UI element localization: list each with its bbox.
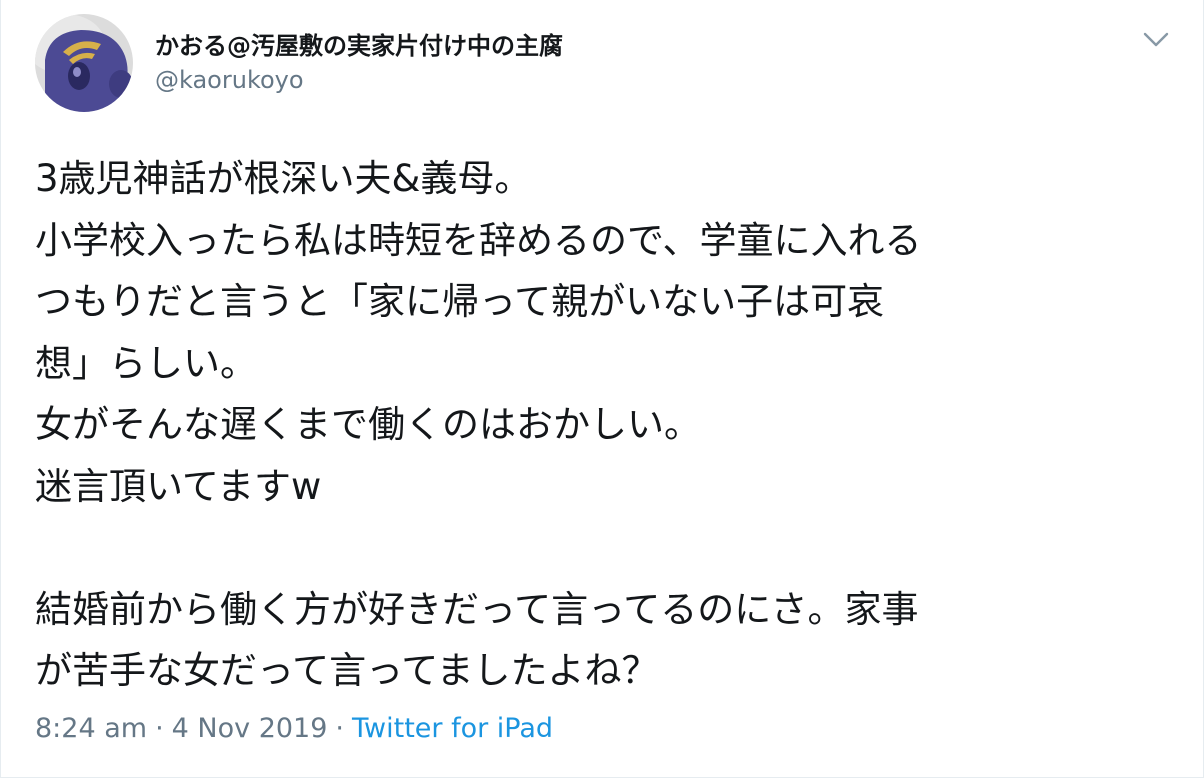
- tweet-line: 小学校入ったら私は時短を辞めるので、学童に入れる: [35, 218, 922, 262]
- tweet-line: つもりだと言うと「家に帰って親がいない子は可哀: [35, 280, 885, 323]
- chevron-down-icon: [1143, 32, 1169, 47]
- tweet-line: 想」らしい。: [35, 341, 257, 385]
- tweet-line: 女がそんな遅くまで働くのはおかしい。: [35, 403, 701, 446]
- tweet-line: 迷言頂いてますw: [35, 464, 322, 508]
- tweet-metadata: 8:24 am · 4 Nov 2019 · Twitter for iPad: [35, 713, 553, 744]
- tweet-time[interactable]: 8:24 am: [35, 713, 147, 744]
- avatar-icon: [35, 14, 133, 112]
- tweet-source-link[interactable]: Twitter for iPad: [352, 713, 553, 744]
- avatar[interactable]: [35, 14, 133, 112]
- tweet-text: 3歳児神話が根深い夫&義母。 小学校入ったら私は時短を辞めるので、学童に入れる …: [35, 148, 1175, 702]
- tweet-date[interactable]: 4 Nov 2019: [172, 713, 328, 744]
- tweet-card: かおる@汚屋敷の実家片付け中の主腐 @kaorukoyo 3歳児神話が根深い夫&…: [0, 0, 1204, 778]
- tweet-line: が苦手な女だって言ってましたよね？: [35, 649, 659, 692]
- tweet-line: 結婚前から働く方が好きだって言ってるのにさ。家事: [35, 587, 919, 631]
- tweet-menu-button[interactable]: [1139, 26, 1173, 54]
- tweet-line: 3歳児神話が根深い夫&義母。: [35, 157, 532, 200]
- meta-separator: ·: [335, 713, 345, 744]
- user-display-name[interactable]: かおる@汚屋敷の実家片付け中の主腐: [155, 26, 563, 61]
- user-handle[interactable]: @kaorukoyo: [155, 66, 304, 94]
- meta-separator: ·: [155, 713, 164, 744]
